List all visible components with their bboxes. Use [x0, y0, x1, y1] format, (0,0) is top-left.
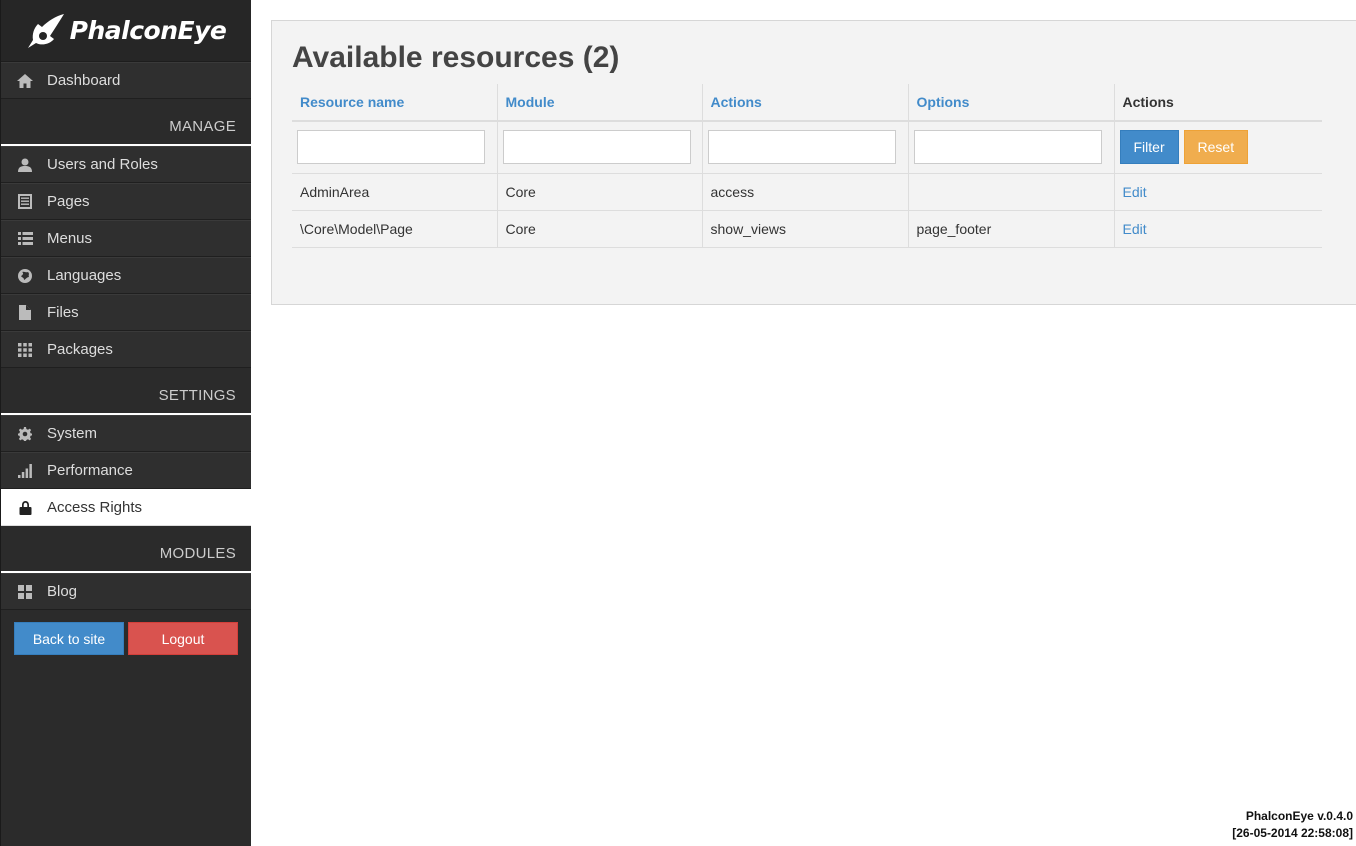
- cell-actions: access: [701, 173, 908, 211]
- cell-module: Core: [496, 173, 702, 211]
- gear-icon: [17, 426, 33, 442]
- footer: PhalconEye v.0.4.0 [26-05-2014 22:58:08]: [1232, 808, 1353, 842]
- sidebar-item-label: Menus: [47, 230, 93, 247]
- globe-icon: [17, 268, 33, 284]
- section-header-settings: SETTINGS: [1, 368, 251, 415]
- user-icon: [17, 157, 33, 173]
- sidebar-item-packages[interactable]: Packages: [1, 331, 251, 368]
- edit-link[interactable]: Edit: [1123, 184, 1147, 200]
- sidebar-item-pages[interactable]: Pages: [1, 183, 251, 220]
- cell-module: Core: [496, 210, 702, 248]
- sidebar-item-system[interactable]: System: [1, 415, 251, 452]
- sidebar-item-label: Languages: [47, 267, 122, 284]
- sidebar-item-users-and-roles[interactable]: Users and Roles: [1, 146, 251, 183]
- sidebar-item-menus[interactable]: Menus: [1, 220, 251, 257]
- sidebar-item-label: System: [47, 425, 98, 442]
- table-header-row: Resource name Module Actions Options Act…: [292, 84, 1322, 122]
- sidebar-item-label: Access Rights: [47, 499, 143, 516]
- list-icon: [17, 231, 33, 247]
- phalcon-logo-icon: [27, 13, 64, 48]
- main-panel: Available resources (2) Resource name Mo…: [271, 20, 1356, 305]
- sidebar-item-label: Pages: [47, 193, 90, 210]
- sidebar-item-performance[interactable]: Performance: [1, 452, 251, 489]
- sidebar-item-label: Users and Roles: [47, 156, 158, 173]
- file-icon: [17, 305, 33, 321]
- column-header-module[interactable]: Module: [496, 84, 702, 122]
- cell-resource-name: \Core\Model\Page: [292, 210, 497, 248]
- page-title: Available resources (2): [292, 41, 620, 74]
- sidebar-item-access-rights[interactable]: Access Rights: [1, 489, 251, 526]
- back-to-site-button[interactable]: Back to site: [14, 622, 124, 655]
- cell-resource-name: AdminArea: [292, 173, 497, 211]
- filter-resource-name-input[interactable]: [297, 130, 485, 165]
- column-header-resource-name[interactable]: Resource name: [292, 84, 497, 122]
- column-header-actions[interactable]: Actions: [701, 84, 908, 122]
- filter-row: Filter Reset: [292, 121, 1322, 174]
- document-icon: [17, 194, 33, 210]
- edit-link[interactable]: Edit: [1123, 221, 1147, 237]
- filter-module-input[interactable]: [502, 130, 691, 165]
- sidebar-item-label: Packages: [47, 341, 113, 358]
- sidebar: PhalconEye Dashboard MANAGE Users and Ro…: [0, 0, 251, 846]
- version-text: PhalconEye v.0.4.0: [1245, 809, 1353, 823]
- sidebar-item-label: Performance: [47, 462, 133, 479]
- logo-text: PhalconEye: [69, 16, 227, 45]
- section-header-modules: MODULES: [1, 526, 251, 573]
- lock-icon: [17, 500, 33, 516]
- sidebar-item-label: Dashboard: [47, 72, 121, 89]
- resources-table: Resource name Module Actions Options Act…: [292, 84, 1322, 248]
- table-row: AdminArea Core access Edit: [292, 173, 1322, 211]
- logout-button[interactable]: Logout: [128, 622, 238, 655]
- table-row: \Core\Model\Page Core show_views page_fo…: [292, 210, 1322, 248]
- filter-actions-input[interactable]: [707, 130, 896, 165]
- grid-icon: [17, 342, 33, 358]
- sidebar-item-label: Files: [47, 304, 79, 321]
- tiles-icon: [17, 584, 33, 600]
- sidebar-item-dashboard[interactable]: Dashboard: [1, 62, 251, 99]
- timestamp-text: [26-05-2014 22:58:08]: [1232, 826, 1353, 840]
- sidebar-item-label: Blog: [47, 583, 78, 600]
- cell-options: page_footer: [907, 210, 1114, 248]
- section-header-manage: MANAGE: [1, 99, 251, 146]
- sidebar-item-files[interactable]: Files: [1, 294, 251, 331]
- home-icon: [17, 73, 33, 89]
- logo[interactable]: PhalconEye: [1, 0, 251, 62]
- filter-button[interactable]: Filter: [1119, 130, 1179, 165]
- cell-options: [907, 173, 1114, 211]
- sidebar-item-languages[interactable]: Languages: [1, 257, 251, 294]
- signal-icon: [17, 463, 33, 479]
- reset-button[interactable]: Reset: [1183, 130, 1249, 165]
- cell-actions: show_views: [701, 210, 908, 248]
- sidebar-item-blog[interactable]: Blog: [1, 573, 251, 610]
- filter-options-input[interactable]: [913, 130, 1102, 165]
- column-header-row-actions: Actions: [1113, 84, 1322, 122]
- column-header-options[interactable]: Options: [907, 84, 1114, 122]
